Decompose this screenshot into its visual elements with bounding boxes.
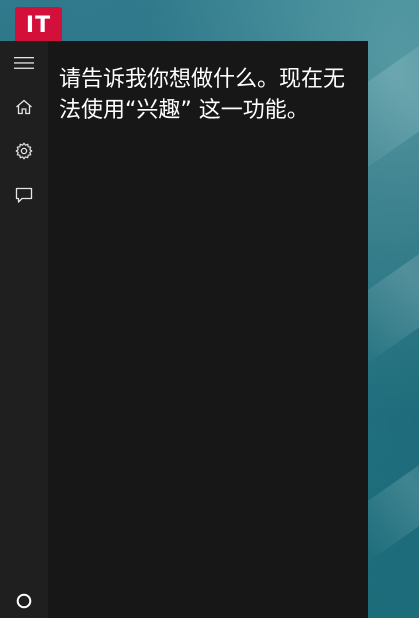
menu-button[interactable] xyxy=(0,41,48,85)
site-logo: IT xyxy=(15,7,62,43)
gear-icon xyxy=(15,142,33,160)
site-logo-text: IT xyxy=(25,13,52,38)
main-content: 请告诉我你想做什么。现在无法使用“兴趣” 这一功能。 xyxy=(48,41,368,618)
cortana-button[interactable] xyxy=(0,579,48,618)
cortana-panel: 请告诉我你想做什么。现在无法使用“兴趣” 这一功能。 xyxy=(0,41,368,618)
feedback-icon xyxy=(15,187,33,203)
hamburger-menu-icon xyxy=(14,57,34,69)
home-icon xyxy=(16,99,32,115)
home-button[interactable] xyxy=(0,85,48,129)
cortana-message: 请告诉我你想做什么。现在无法使用“兴趣” 这一功能。 xyxy=(59,67,346,123)
sidebar-rail xyxy=(0,41,48,618)
settings-button[interactable] xyxy=(0,129,48,173)
feedback-button[interactable] xyxy=(0,173,48,217)
cortana-circle-icon xyxy=(16,593,32,609)
desktop-wallpaper: IT 请告诉我你想做什么。现在无法使用“兴趣” 这一功能。 xyxy=(0,0,419,618)
